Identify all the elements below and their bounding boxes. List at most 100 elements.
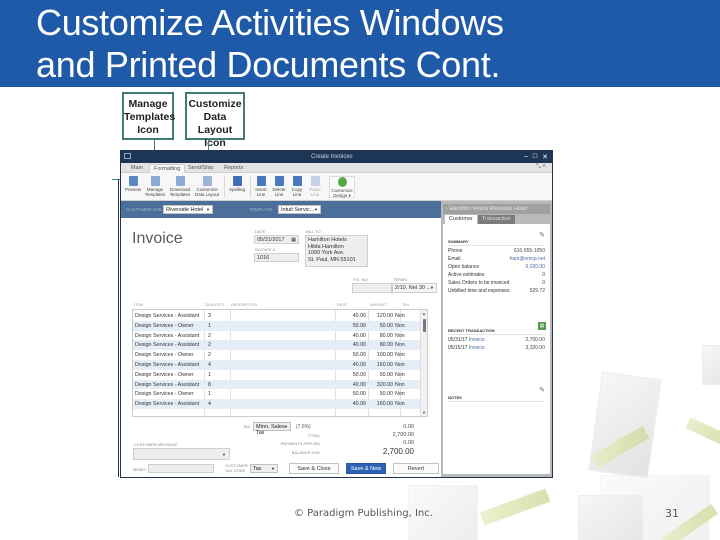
cell-qty[interactable]: 1 — [208, 391, 211, 397]
cell-item[interactable]: Design Services - Assistant — [135, 362, 199, 368]
column-header-amount[interactable]: AMOUNT — [370, 303, 386, 307]
cell-qty[interactable]: 2 — [208, 333, 211, 339]
table-row[interactable]: Design Services - Owner 1 50.00 50.00 Non — [133, 389, 420, 399]
tab-formatting[interactable]: Formatting — [149, 164, 186, 173]
save-new-button[interactable]: Save & New — [346, 463, 386, 474]
invoice-number-field[interactable]: 1016 — [254, 253, 299, 262]
table-row[interactable]: Design Services - Owner 1 50.00 50.00 Non — [133, 370, 420, 380]
cell-item[interactable]: Design Services - Owner — [135, 372, 194, 378]
table-row[interactable]: Design Services - Assistant 8 40.00 320.00 N… — [133, 379, 420, 390]
minimize-icon[interactable]: – — [524, 153, 528, 161]
column-header-item[interactable]: ITEM — [134, 303, 143, 307]
terms-select[interactable]: 2/10, Net 30 ... ▼ — [392, 283, 437, 293]
cell-tax[interactable]: Non — [395, 352, 405, 358]
cell-amount[interactable]: 80.00 — [361, 342, 393, 348]
table-row[interactable]: Design Services - Assistant 3 40.00 120.00 N… — [133, 311, 420, 321]
cell-amount[interactable]: 50.00 — [361, 391, 393, 397]
scroll-up-icon[interactable]: ▲ — [422, 311, 426, 316]
preview-button[interactable]: Preview — [124, 176, 142, 192]
cell-amount[interactable]: 50.00 — [361, 372, 393, 378]
save-close-button[interactable]: Save & Close — [289, 463, 339, 474]
cell-amount[interactable]: 160.00 — [361, 362, 393, 368]
email-link[interactable]: ham@emcp.net — [510, 256, 545, 262]
insert-line-button[interactable]: Insert Line — [253, 176, 269, 197]
side-panel-header[interactable]: › Hamilton Hotels:Riverside Hotel — [443, 204, 550, 214]
cell-item[interactable]: Design Services - Owner — [135, 323, 194, 329]
cell-qty[interactable]: 2 — [208, 342, 211, 348]
copy-line-button[interactable]: Copy Line — [289, 176, 305, 197]
cell-amount[interactable]: 120.00 — [361, 313, 393, 319]
date-field[interactable]: 05/31/2017 ▦ — [254, 235, 299, 244]
recent-transaction-row[interactable]: 05/15/17 Invoice 3,320.00 — [448, 345, 545, 351]
cell-amount[interactable]: 80.00 — [361, 333, 393, 339]
column-header-description[interactable]: DESCRIPTION — [231, 303, 257, 307]
open-balance-link[interactable]: 6,020.00 — [526, 264, 545, 270]
cell-amount[interactable]: 160.00 — [361, 401, 393, 407]
cell-tax[interactable]: Non — [395, 313, 405, 319]
scroll-down-icon[interactable]: ▼ — [422, 410, 426, 415]
customer-tax-code-select[interactable]: Tax ▼ — [250, 464, 278, 473]
cell-item[interactable]: Design Services - Assistant — [135, 401, 199, 407]
manage-templates-button[interactable]: Manage Templates — [144, 176, 166, 197]
template-select[interactable]: Intuit Servic... ▼ — [278, 205, 321, 214]
cell-item[interactable]: Design Services - Assistant — [135, 342, 199, 348]
revert-button[interactable]: Revert — [393, 463, 439, 474]
expand-collapse-icons[interactable]: ⤡ ˄ — [536, 164, 546, 171]
bill-to-field[interactable]: Hamilton Hotels Hilda Hamilton 1000 York… — [305, 235, 368, 267]
table-row[interactable]: Design Services - Owner 2 50.00 100.00 Non — [133, 350, 420, 360]
delete-line-button[interactable]: Delete Line — [271, 176, 287, 197]
transaction-type-link[interactable]: Invoice — [469, 337, 485, 343]
spelling-button[interactable]: Spelling — [227, 176, 247, 192]
transaction-type-link[interactable]: Invoice — [469, 345, 485, 351]
memo-field[interactable] — [148, 464, 214, 473]
edit-pencil-icon[interactable]: ✎ — [538, 232, 546, 240]
customer-message-select[interactable]: ▼ — [133, 448, 230, 460]
window-system-icon[interactable] — [124, 153, 131, 159]
cell-amount[interactable]: 50.00 — [361, 323, 393, 329]
tab-reports[interactable]: Reports — [224, 165, 243, 171]
cell-item[interactable]: Design Services - Assistant — [135, 382, 199, 388]
table-row[interactable]: Design Services - Owner 1 50.00 50.00 Non — [133, 320, 420, 331]
cell-tax[interactable]: Non — [395, 323, 405, 329]
table-scrollbar[interactable]: ▲ ▼ — [420, 310, 427, 416]
cell-qty[interactable]: 1 — [208, 372, 211, 378]
tab-transaction[interactable]: Transaction — [478, 215, 515, 224]
cell-item[interactable]: Design Services - Assistant — [135, 313, 199, 319]
table-row[interactable]: Design Services - Assistant 2 40.00 80.00 No… — [133, 340, 420, 351]
cell-item[interactable]: Design Services - Assistant — [135, 333, 199, 339]
cell-item[interactable]: Design Services - Owner — [135, 391, 194, 397]
cell-qty[interactable]: 4 — [208, 401, 211, 407]
tax-item-select[interactable]: Minn. Sales Tax ▼ — [253, 422, 291, 436]
cell-qty[interactable]: 2 — [208, 352, 211, 358]
column-header-quantity[interactable]: QUANTITY — [205, 303, 224, 307]
column-header-tax[interactable]: TAX — [402, 303, 409, 307]
customer-job-select[interactable]: Riverside Hotel ▼ — [163, 205, 213, 214]
tab-send-ship[interactable]: Send/Ship — [188, 165, 213, 171]
tab-customer[interactable]: Customer — [445, 215, 477, 224]
po-number-field[interactable] — [352, 283, 392, 293]
close-icon[interactable]: ✕ — [542, 153, 548, 161]
cell-amount[interactable]: 100.00 — [361, 352, 393, 358]
maximize-icon[interactable]: □ — [533, 153, 537, 161]
calendar-icon[interactable]: ▦ — [291, 237, 296, 244]
cell-tax[interactable]: Non — [395, 342, 405, 348]
cell-qty[interactable]: 3 — [208, 313, 211, 319]
customize-data-layout-button[interactable]: Customize Data Layout — [194, 176, 220, 197]
cell-amount[interactable]: 320.00 — [361, 382, 393, 388]
paste-line-button[interactable]: Paste Line — [307, 176, 323, 197]
cell-tax[interactable]: Non — [395, 391, 405, 397]
report-icon[interactable]: ▤ — [538, 322, 546, 330]
chevron-right-icon[interactable]: › — [446, 206, 448, 212]
scrollbar-thumb[interactable] — [423, 319, 426, 332]
cell-tax[interactable]: Non — [395, 382, 405, 388]
table-row[interactable]: Design Services - Assistant 2 40.00 80.00 No… — [133, 331, 420, 341]
table-row[interactable]: Design Services - Assistant 4 40.00 160.00 N… — [133, 359, 420, 370]
cell-tax[interactable]: Non — [395, 362, 405, 368]
cell-qty[interactable]: 8 — [208, 382, 211, 388]
tab-main[interactable]: Main — [131, 165, 143, 171]
edit-notes-pencil-icon[interactable]: ✎ — [538, 387, 546, 395]
cell-tax[interactable]: Non — [395, 401, 405, 407]
table-row[interactable]: Design Services - Assistant 4 40.00 160.00 N… — [133, 399, 420, 409]
download-templates-button[interactable]: Download Templates — [168, 176, 192, 197]
cell-tax[interactable]: Non — [395, 333, 405, 339]
